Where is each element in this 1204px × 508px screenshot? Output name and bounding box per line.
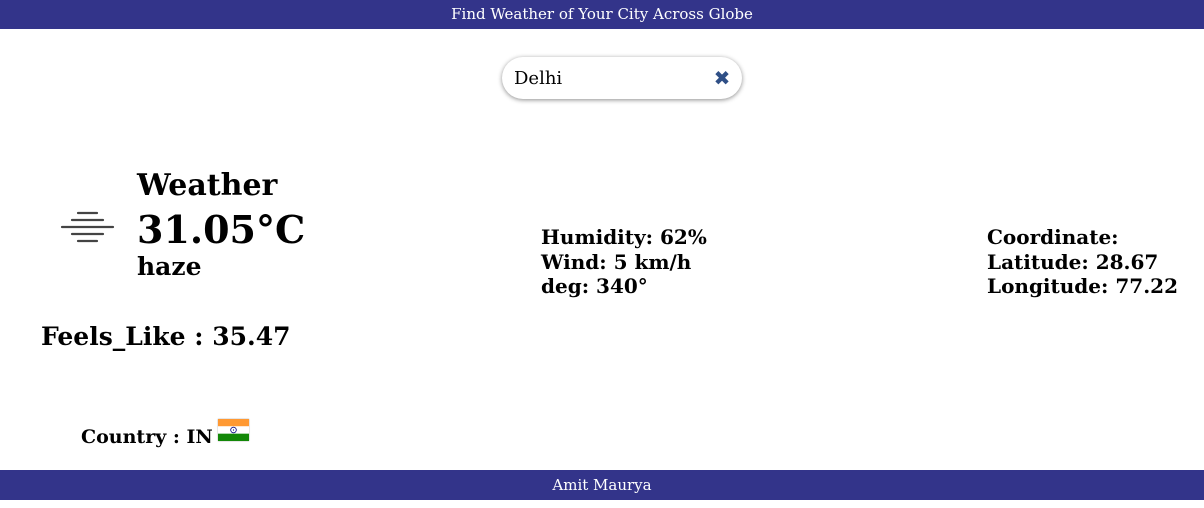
- humidity: Humidity: 62%: [541, 225, 707, 249]
- page-header: Find Weather of Your City Across Globe: [0, 0, 1204, 29]
- page-footer: Amit Maurya: [0, 470, 1204, 500]
- feels-like-value: 35.47: [212, 322, 291, 351]
- india-flag-icon: [218, 419, 249, 441]
- country: Country : IN: [81, 426, 213, 448]
- temperature: 31.05°C: [137, 207, 306, 252]
- country-code: IN: [186, 426, 213, 448]
- search-input[interactable]: [514, 65, 704, 91]
- close-icon[interactable]: ✖: [712, 68, 732, 88]
- footer-author: Amit Maurya: [552, 476, 652, 494]
- weather-description: haze: [137, 252, 202, 281]
- feels-like-label: Feels_Like :: [41, 322, 204, 351]
- country-label: Country :: [81, 426, 180, 448]
- feels-like: Feels_Like : 35.47: [41, 322, 291, 351]
- header-title: Find Weather of Your City Across Globe: [451, 5, 753, 23]
- search-box[interactable]: ✖: [502, 57, 742, 99]
- wind-direction: deg: 340°: [541, 274, 648, 298]
- weather-details: Humidity: 62% Wind: 5 km/h deg: 340°: [541, 225, 707, 299]
- latitude: Latitude: 28.67: [987, 249, 1159, 274]
- coordinate-title: Coordinate:: [987, 225, 1119, 249]
- haze-icon: [60, 211, 115, 243]
- coordinates: Coordinate: Latitude: 28.67 Longitude: 7…: [987, 225, 1178, 299]
- weather-title: Weather: [137, 168, 278, 203]
- wind-speed: Wind: 5 km/h: [541, 249, 692, 274]
- longitude: Longitude: 77.22: [987, 274, 1178, 298]
